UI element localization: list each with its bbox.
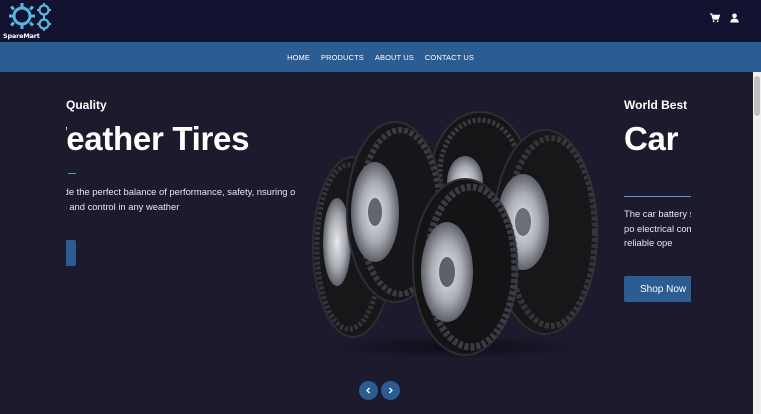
slide-divider <box>68 173 76 174</box>
scrollbar-thumb[interactable] <box>754 76 760 116</box>
slide-title: Car <box>624 120 679 157</box>
gear-logo-icon <box>9 3 51 31</box>
nav-item-about-us[interactable]: ABOUT US <box>375 53 414 62</box>
tires-product-image <box>312 111 598 359</box>
slide-shop-button[interactable] <box>66 240 76 266</box>
slide-description: s provide the perfect balance of perform… <box>66 186 296 212</box>
slide-subtitle: World Best ( <box>624 98 691 112</box>
slide-subtitle: Quality <box>66 98 107 112</box>
carousel-next-button[interactable] <box>381 381 400 400</box>
chevron-left-icon <box>366 387 371 394</box>
top-bar: SpareMart <box>0 0 761 42</box>
main-nav: HOME PRODUCTS ABOUT US CONTACT US <box>0 42 761 72</box>
brand-logo[interactable]: SpareMart <box>2 2 54 40</box>
user-icon[interactable] <box>730 13 739 23</box>
nav-item-products[interactable]: PRODUCTS <box>321 53 364 62</box>
cart-icon[interactable] <box>710 13 720 23</box>
slide-previous: Quality Weather Tires s provide the perf… <box>66 96 296 316</box>
slide-next: World Best ( Car The car battery supplyi… <box>624 96 691 316</box>
shop-now-button[interactable]: Shop Now <box>624 276 691 302</box>
nav-item-home[interactable]: HOME <box>287 53 310 62</box>
slide-description: The car battery supplying the po electri… <box>624 208 691 248</box>
brand-name: SpareMart <box>3 32 40 40</box>
slide-title: Weather Tires <box>66 120 250 157</box>
nav-item-contact-us[interactable]: CONTACT US <box>425 53 474 62</box>
page-scrollbar[interactable] <box>753 72 761 414</box>
slide-divider <box>624 196 691 197</box>
carousel-prev-button[interactable] <box>359 381 378 400</box>
hero-carousel: Quality Weather Tires s provide the perf… <box>0 72 761 414</box>
chevron-right-icon <box>388 387 393 394</box>
